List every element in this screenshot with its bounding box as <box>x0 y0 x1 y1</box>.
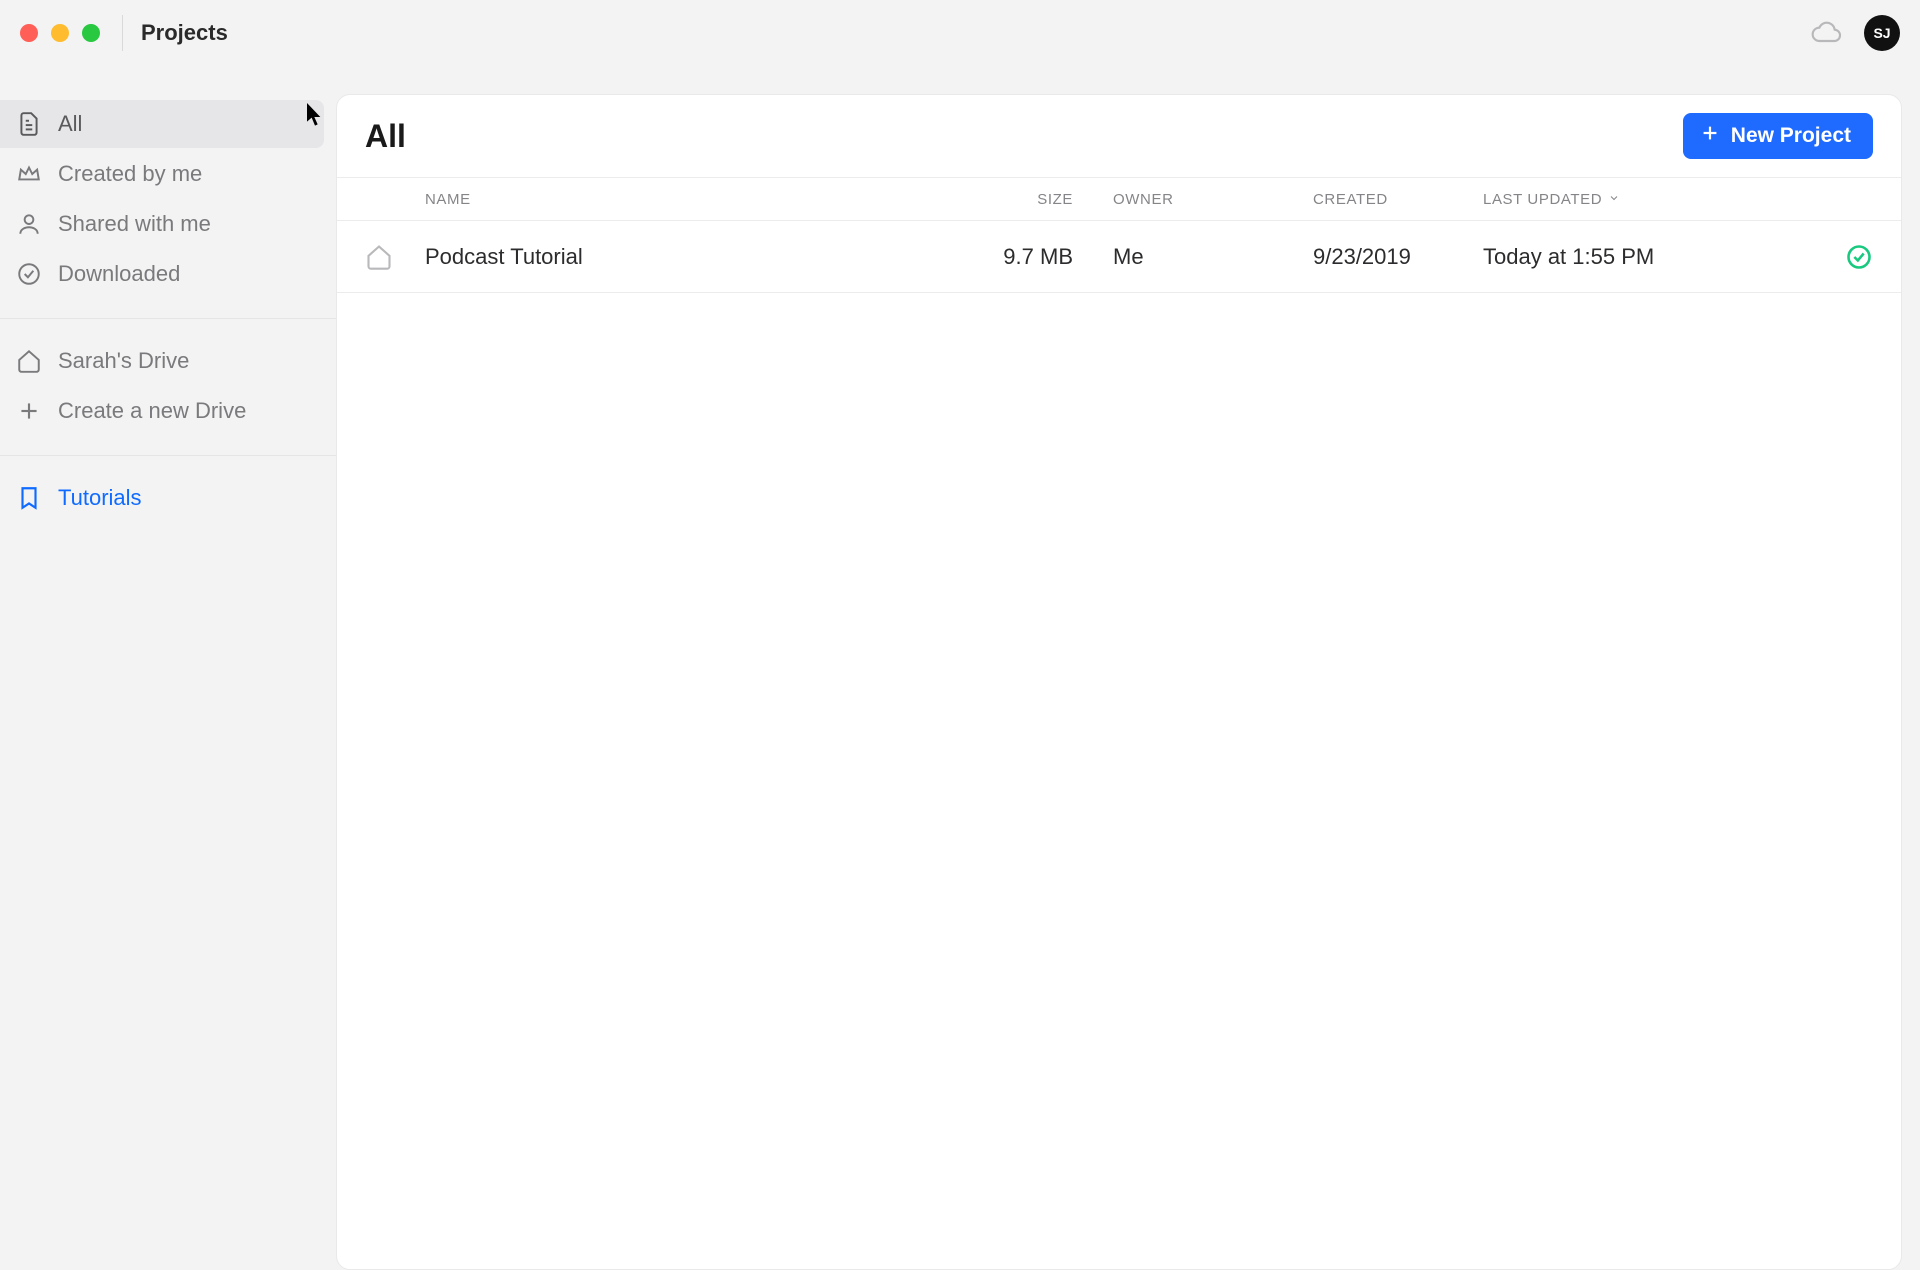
column-header-last-updated[interactable]: LAST UPDATED <box>1483 191 1783 208</box>
new-project-label: New Project <box>1731 124 1851 148</box>
chevron-down-icon <box>1608 191 1620 208</box>
cloud-icon[interactable] <box>1810 17 1842 49</box>
crown-icon <box>16 161 42 187</box>
sidebar-item-all[interactable]: All <box>0 100 324 148</box>
fullscreen-window-button[interactable] <box>82 24 100 42</box>
home-icon <box>16 348 42 374</box>
sidebar-item-label: Create a new Drive <box>58 398 246 424</box>
avatar[interactable]: SJ <box>1864 15 1900 51</box>
sidebar-item-downloaded[interactable]: Downloaded <box>0 250 336 298</box>
avatar-initials: SJ <box>1873 25 1890 41</box>
page-title: All <box>365 118 406 155</box>
project-icon <box>365 243 425 271</box>
column-header-name[interactable]: NAME <box>425 191 973 208</box>
sidebar-item-created-by-me[interactable]: Created by me <box>0 150 336 198</box>
titlebar-separator <box>122 15 123 51</box>
document-icon <box>16 111 42 137</box>
new-project-button[interactable]: New Project <box>1683 113 1873 159</box>
bookmark-icon <box>16 485 42 511</box>
row-size: 9.7 MB <box>973 244 1113 270</box>
column-header-size[interactable]: SIZE <box>973 191 1113 208</box>
sidebar-group-bookmarks: Tutorials <box>0 474 336 542</box>
minimize-window-button[interactable] <box>51 24 69 42</box>
row-updated: Today at 1:55 PM <box>1483 244 1783 270</box>
sidebar-group-filters: All Created by me Shared with me <box>0 100 336 319</box>
sidebar-item-create-drive[interactable]: Create a new Drive <box>0 387 336 435</box>
sidebar-item-shared-with-me[interactable]: Shared with me <box>0 200 336 248</box>
column-header-owner[interactable]: OWNER <box>1113 191 1313 208</box>
projects-card: All New Project NAME SIZE OWNER CREATED <box>336 94 1902 1270</box>
titlebar: Projects SJ <box>0 0 1920 66</box>
sidebar-item-label: Downloaded <box>58 261 180 287</box>
table-header: NAME SIZE OWNER CREATED LAST UPDATED <box>337 177 1901 221</box>
window-title: Projects <box>141 20 228 46</box>
sidebar-item-label: Created by me <box>58 161 202 187</box>
sidebar-item-label: All <box>58 111 82 137</box>
row-name: Podcast Tutorial <box>425 244 973 270</box>
sidebar-item-tutorials[interactable]: Tutorials <box>0 474 336 522</box>
column-header-created[interactable]: CREATED <box>1313 191 1483 208</box>
sidebar-item-label: Tutorials <box>58 485 142 511</box>
sidebar-item-drive[interactable]: Sarah's Drive <box>0 337 336 385</box>
main-panel: All New Project NAME SIZE OWNER CREATED <box>336 66 1920 1270</box>
sidebar-item-label: Shared with me <box>58 211 211 237</box>
plus-icon <box>16 398 42 424</box>
card-header: All New Project <box>337 95 1901 177</box>
sidebar: All Created by me Shared with me <box>0 66 336 1270</box>
check-circle-icon <box>16 261 42 287</box>
row-created: 9/23/2019 <box>1313 244 1483 270</box>
sidebar-item-label: Sarah's Drive <box>58 348 189 374</box>
sidebar-group-drives: Sarah's Drive Create a new Drive <box>0 337 336 456</box>
table-row[interactable]: Podcast Tutorial 9.7 MB Me 9/23/2019 Tod… <box>337 221 1901 293</box>
sync-status-icon <box>1783 243 1873 271</box>
row-owner: Me <box>1113 244 1313 270</box>
close-window-button[interactable] <box>20 24 38 42</box>
plus-icon <box>1699 122 1721 150</box>
person-icon <box>16 211 42 237</box>
window-controls <box>20 24 100 42</box>
